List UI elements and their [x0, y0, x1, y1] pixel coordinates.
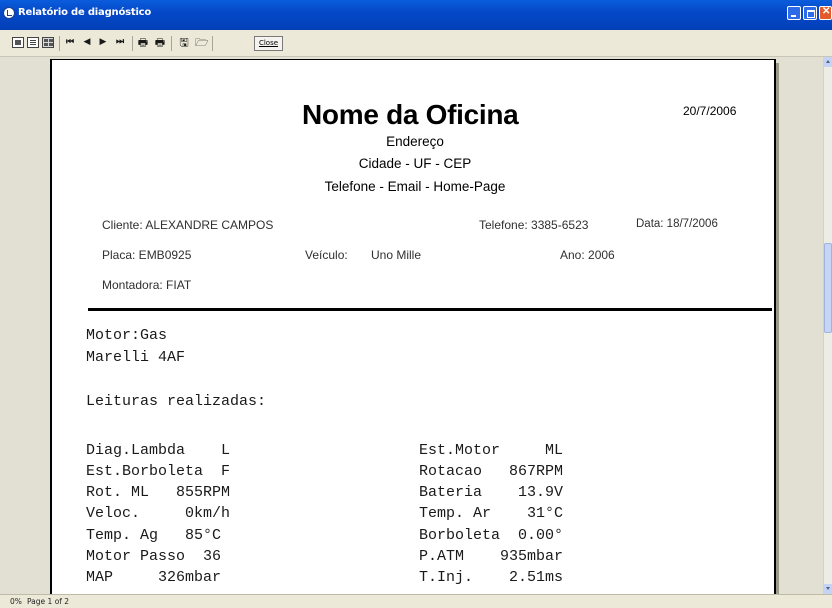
- report-page: Nome da Oficina 20/7/2006 Endereço Cidad…: [50, 59, 776, 594]
- readings-title: Leituras realizadas:: [86, 393, 267, 410]
- page-indicator: Page 1 of 2: [27, 597, 70, 606]
- shop-name: Nome da Oficina: [302, 99, 519, 130]
- reading-right: Temp. Ar 31°C: [419, 505, 564, 522]
- close-window-button[interactable]: [819, 6, 832, 20]
- toolbar-separator: [132, 36, 133, 51]
- scroll-down-icon[interactable]: [824, 584, 832, 594]
- preview-area[interactable]: Nome da Oficina 20/7/2006 Endereço Cidad…: [0, 57, 823, 594]
- window-title: Relatório de diagnóstico: [18, 7, 152, 18]
- engine-type: Motor:Gas: [86, 327, 168, 344]
- progress-text: 0%: [10, 597, 22, 606]
- shop-address: Endereço: [386, 134, 444, 149]
- reading-right: P.ATM 935mbar: [419, 548, 564, 565]
- preview-toolbar: ⏮ ◀ ▶ ⏭ 🖶 🖶 🖫 🗁 Close: [0, 30, 832, 57]
- vehicle-model: Uno Mille: [371, 248, 422, 262]
- scroll-thumb[interactable]: [824, 243, 832, 333]
- title-bar: Relatório de diagnóstico: [0, 0, 832, 30]
- two-pages-icon[interactable]: [27, 37, 39, 48]
- shop-city: Cidade - UF - CEP: [358, 156, 472, 171]
- print-icon[interactable]: 🖶: [137, 37, 149, 48]
- vehicle-label: Veículo:: [305, 248, 348, 262]
- vehicle-plate: Placa: EMB0925: [102, 248, 192, 262]
- reading-right: Borboleta 0.00°: [419, 527, 564, 544]
- scroll-up-icon[interactable]: [824, 57, 832, 67]
- shop-contact: Telefone - Email - Home-Page: [324, 179, 506, 194]
- ecu-model: Marelli 4AF: [86, 349, 186, 366]
- toolbar-separator: [212, 36, 213, 51]
- service-date: Data: 18/7/2006: [636, 218, 718, 230]
- first-page-icon[interactable]: ⏮: [64, 37, 76, 48]
- toolbar-separator: [59, 36, 60, 51]
- maximize-button[interactable]: [803, 6, 817, 20]
- reading-right: T.Inj. 2.51ms: [419, 569, 564, 586]
- vehicle-manufacturer: Montadora: FIAT: [102, 278, 192, 292]
- previous-page-icon[interactable]: ◀: [81, 37, 93, 48]
- reading-left: Est.Borboleta F: [86, 463, 231, 480]
- print-date: 20/7/2006: [683, 104, 737, 118]
- next-page-icon[interactable]: ▶: [97, 37, 109, 48]
- client-name: Cliente: ALEXANDRE CAMPOS: [102, 218, 274, 232]
- reading-right: Bateria 13.9V: [419, 484, 564, 501]
- minimize-button[interactable]: [787, 6, 801, 20]
- reading-left: Veloc. 0km/h: [86, 505, 231, 522]
- reading-left: Motor Passo 36: [86, 548, 222, 565]
- status-bar: 0% Page 1 of 2: [0, 594, 832, 608]
- reading-left: Rot. ML 855RPM: [86, 484, 231, 501]
- last-page-icon[interactable]: ⏭: [114, 37, 126, 48]
- reading-left: MAP 326mbar: [86, 569, 222, 586]
- reading-left: Temp. Ag 85°C: [86, 527, 222, 544]
- toolbar-separator: [171, 36, 172, 51]
- print-setup-icon[interactable]: 🖶: [154, 37, 166, 48]
- open-icon[interactable]: 🗁: [195, 37, 209, 48]
- header-divider: [88, 308, 772, 311]
- single-page-icon[interactable]: [12, 37, 24, 48]
- app-icon: [3, 7, 15, 19]
- close-button[interactable]: Close: [254, 36, 283, 51]
- reading-right: Est.Motor ML: [419, 442, 564, 459]
- save-icon[interactable]: 🖫: [178, 37, 190, 48]
- page-shadow: [776, 63, 779, 594]
- reading-right: Rotacao 867RPM: [419, 463, 564, 480]
- vertical-scrollbar[interactable]: [823, 57, 832, 594]
- vehicle-year: Ano: 2006: [560, 248, 615, 262]
- client-telephone: Telefone: 3385-6523: [479, 218, 589, 232]
- multi-page-icon[interactable]: [42, 37, 54, 48]
- reading-left: Diag.Lambda L: [86, 442, 231, 459]
